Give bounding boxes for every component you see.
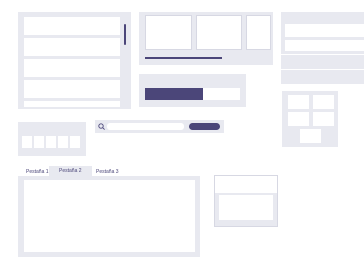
tab-2-label: Pestaña 2 bbox=[59, 168, 82, 174]
list-scrollbar-thumb[interactable] bbox=[124, 24, 126, 45]
progress-fill bbox=[145, 88, 203, 100]
list-item[interactable] bbox=[24, 59, 120, 77]
divider bbox=[281, 69, 364, 70]
grid-cell[interactable] bbox=[313, 95, 334, 109]
progress-panel bbox=[139, 74, 246, 107]
list-panel bbox=[18, 12, 131, 109]
button-group-item[interactable] bbox=[58, 136, 68, 148]
button-group-item[interactable] bbox=[22, 136, 32, 148]
grid-cell[interactable] bbox=[300, 129, 321, 143]
stacked-list-panel bbox=[281, 12, 364, 84]
tab-3[interactable]: Pestaña 3 bbox=[96, 169, 119, 175]
button-group-item[interactable] bbox=[34, 136, 44, 148]
search-button[interactable] bbox=[189, 123, 220, 130]
card-2[interactable] bbox=[196, 15, 242, 50]
grid-cell[interactable] bbox=[288, 95, 309, 109]
stacked-list-item[interactable] bbox=[285, 24, 364, 37]
list-item[interactable] bbox=[24, 38, 120, 56]
button-group-panel bbox=[18, 122, 86, 156]
tab-content-panel bbox=[18, 176, 200, 257]
search-icon[interactable] bbox=[98, 123, 105, 130]
grid-cell[interactable] bbox=[288, 112, 309, 126]
button-group-item[interactable] bbox=[46, 136, 56, 148]
dialog-content bbox=[219, 195, 273, 220]
stacked-list-item[interactable] bbox=[285, 40, 364, 51]
grid-panel bbox=[282, 91, 338, 147]
carousel-progress-indicator bbox=[145, 57, 222, 59]
progress-track-remaining bbox=[203, 88, 240, 100]
search-input[interactable] bbox=[107, 123, 184, 130]
button-group-item[interactable] bbox=[70, 136, 80, 148]
divider bbox=[281, 54, 364, 55]
dialog-body bbox=[215, 193, 277, 226]
dialog-card bbox=[214, 175, 278, 227]
card-1[interactable] bbox=[145, 15, 192, 50]
tab-1[interactable]: Pestaña 1 bbox=[26, 169, 49, 175]
grid-cell[interactable] bbox=[313, 112, 334, 126]
list-item[interactable] bbox=[24, 17, 120, 35]
search-bar bbox=[95, 120, 224, 133]
list-item[interactable] bbox=[24, 101, 120, 107]
cards-panel bbox=[139, 12, 273, 65]
list-item[interactable] bbox=[24, 80, 120, 98]
tab-content-area bbox=[24, 180, 195, 252]
card-3[interactable] bbox=[246, 15, 271, 50]
